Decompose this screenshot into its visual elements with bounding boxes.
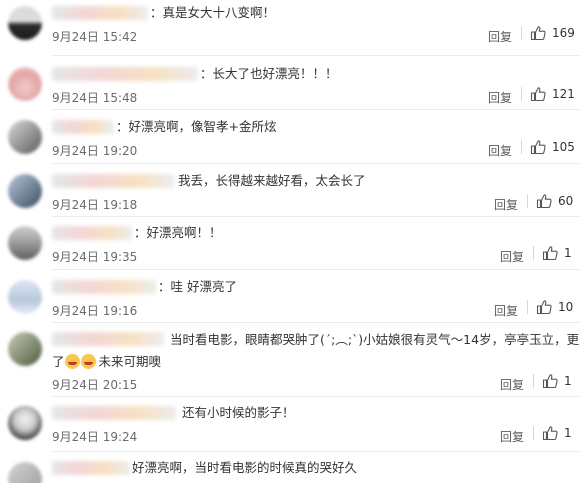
username-blurred[interactable] <box>52 332 164 346</box>
comment-item: ：哇 好漂亮了 9月24日 19:16 回复 10 <box>0 276 580 328</box>
avatar[interactable] <box>8 67 42 101</box>
comment-item: 我丢，长得越来越好看，太会长了 9月24日 19:18 回复 60 <box>0 170 580 222</box>
comment-time: 9月24日 15:42 <box>52 30 138 44</box>
username-blurred[interactable] <box>52 461 130 475</box>
comment-text: ：好漂亮啊，像智孝+金所炫 <box>116 119 277 134</box>
thumbs-up-icon <box>536 300 552 315</box>
comment-time: 9月24日 19:35 <box>52 250 138 264</box>
comment-time: 9月24日 20:15 <box>52 378 138 392</box>
like-count: 121 <box>552 87 575 101</box>
thumbs-up-icon <box>530 87 546 102</box>
like-button[interactable]: 1 <box>533 245 572 261</box>
divider <box>52 216 580 217</box>
avatar[interactable] <box>8 406 42 440</box>
comment-item: ：长大了也好漂亮！！！ 9月24日 15:48 回复 121 <box>0 63 580 115</box>
username-blurred[interactable] <box>52 226 132 240</box>
divider <box>52 55 580 56</box>
username-blurred[interactable] <box>52 174 174 188</box>
thumbs-up-icon <box>542 426 558 441</box>
username-blurred[interactable] <box>52 280 156 294</box>
thumbs-up-icon <box>542 374 558 389</box>
comment-text: ：哇 好漂亮了 <box>158 279 237 294</box>
comment-time: 9月24日 19:20 <box>52 144 138 158</box>
avatar[interactable] <box>8 174 42 208</box>
username-blurred[interactable] <box>52 67 198 81</box>
comment-text: ：好漂亮啊！！ <box>134 225 222 240</box>
divider <box>52 109 580 110</box>
avatar[interactable] <box>8 226 42 260</box>
like-button[interactable]: 60 <box>527 193 573 209</box>
comment-item: 当时看电影，眼睛都哭肿了(´;︵;`)小姑娘很有灵气～14岁，亭亭玉立，更美了 … <box>0 328 580 398</box>
divider <box>52 322 580 323</box>
comment-item: ：好漂亮啊！！ 9月24日 19:35 回复 1 <box>0 222 580 274</box>
avatar[interactable] <box>8 120 42 154</box>
comment-text: 我丢，长得越来越好看，太会长了 <box>178 173 366 188</box>
comment-list: ：真是女大十八变啊！ 9月24日 15:42 回复 169 ：长大了也好漂亮！！… <box>0 0 580 483</box>
like-button[interactable]: 105 <box>521 139 575 155</box>
reply-button[interactable]: 回复 <box>500 376 524 393</box>
comment-text: ：真是女大十八变啊！ <box>150 5 276 20</box>
avatar[interactable] <box>8 332 42 366</box>
username-blurred[interactable] <box>52 120 114 134</box>
reply-button[interactable]: 回复 <box>488 28 512 45</box>
thumbs-up-icon <box>542 246 558 261</box>
comment-item: ：真是女大十八变啊！ 9月24日 15:42 回复 169 <box>0 2 580 54</box>
like-button[interactable]: 1 <box>533 373 572 389</box>
comment-time: 9月24日 19:18 <box>52 198 138 212</box>
like-count: 1 <box>564 374 572 388</box>
thumbs-up-icon <box>530 26 546 41</box>
comment-item: 好漂亮啊，当时看电影的时候真的哭好久 <box>0 456 580 483</box>
divider <box>52 269 580 270</box>
username-blurred[interactable] <box>52 6 148 20</box>
emoji-icon <box>64 354 97 369</box>
divider <box>52 451 580 452</box>
avatar[interactable] <box>8 6 42 40</box>
reply-button[interactable]: 回复 <box>488 142 512 159</box>
avatar[interactable] <box>8 280 42 314</box>
comment-time: 9月24日 19:16 <box>52 304 138 318</box>
like-count: 105 <box>552 140 575 154</box>
comment-time: 9月24日 19:24 <box>52 430 138 444</box>
reply-button[interactable]: 回复 <box>500 248 524 265</box>
comment-item: ：好漂亮啊，像智孝+金所炫 9月24日 19:20 回复 105 <box>0 116 580 168</box>
reply-button[interactable]: 回复 <box>494 302 518 319</box>
like-count: 1 <box>564 246 572 260</box>
like-button[interactable]: 1 <box>533 425 572 441</box>
like-button[interactable]: 169 <box>521 25 575 41</box>
reply-button[interactable]: 回复 <box>488 89 512 106</box>
like-count: 10 <box>558 300 574 314</box>
thumbs-up-icon <box>536 194 552 209</box>
thumbs-up-icon <box>530 140 546 155</box>
reply-button[interactable]: 回复 <box>494 196 518 213</box>
like-button[interactable]: 10 <box>527 299 573 315</box>
divider <box>52 163 580 164</box>
reply-button[interactable]: 回复 <box>500 428 524 445</box>
username-blurred[interactable] <box>52 406 176 420</box>
like-count: 1 <box>564 426 572 440</box>
comment-text: 还有小时候的影子！ <box>182 405 295 420</box>
like-count: 60 <box>558 194 574 208</box>
divider <box>52 396 580 397</box>
comment-item: 还有小时候的影子！ 9月24日 19:24 回复 1 <box>0 402 580 454</box>
comment-time: 9月24日 15:48 <box>52 91 138 105</box>
avatar[interactable] <box>8 462 42 483</box>
like-count: 169 <box>552 26 575 40</box>
comment-text: 好漂亮啊，当时看电影的时候真的哭好久 <box>132 460 358 475</box>
like-button[interactable]: 121 <box>521 86 575 102</box>
comment-text: ：长大了也好漂亮！！！ <box>200 66 338 81</box>
